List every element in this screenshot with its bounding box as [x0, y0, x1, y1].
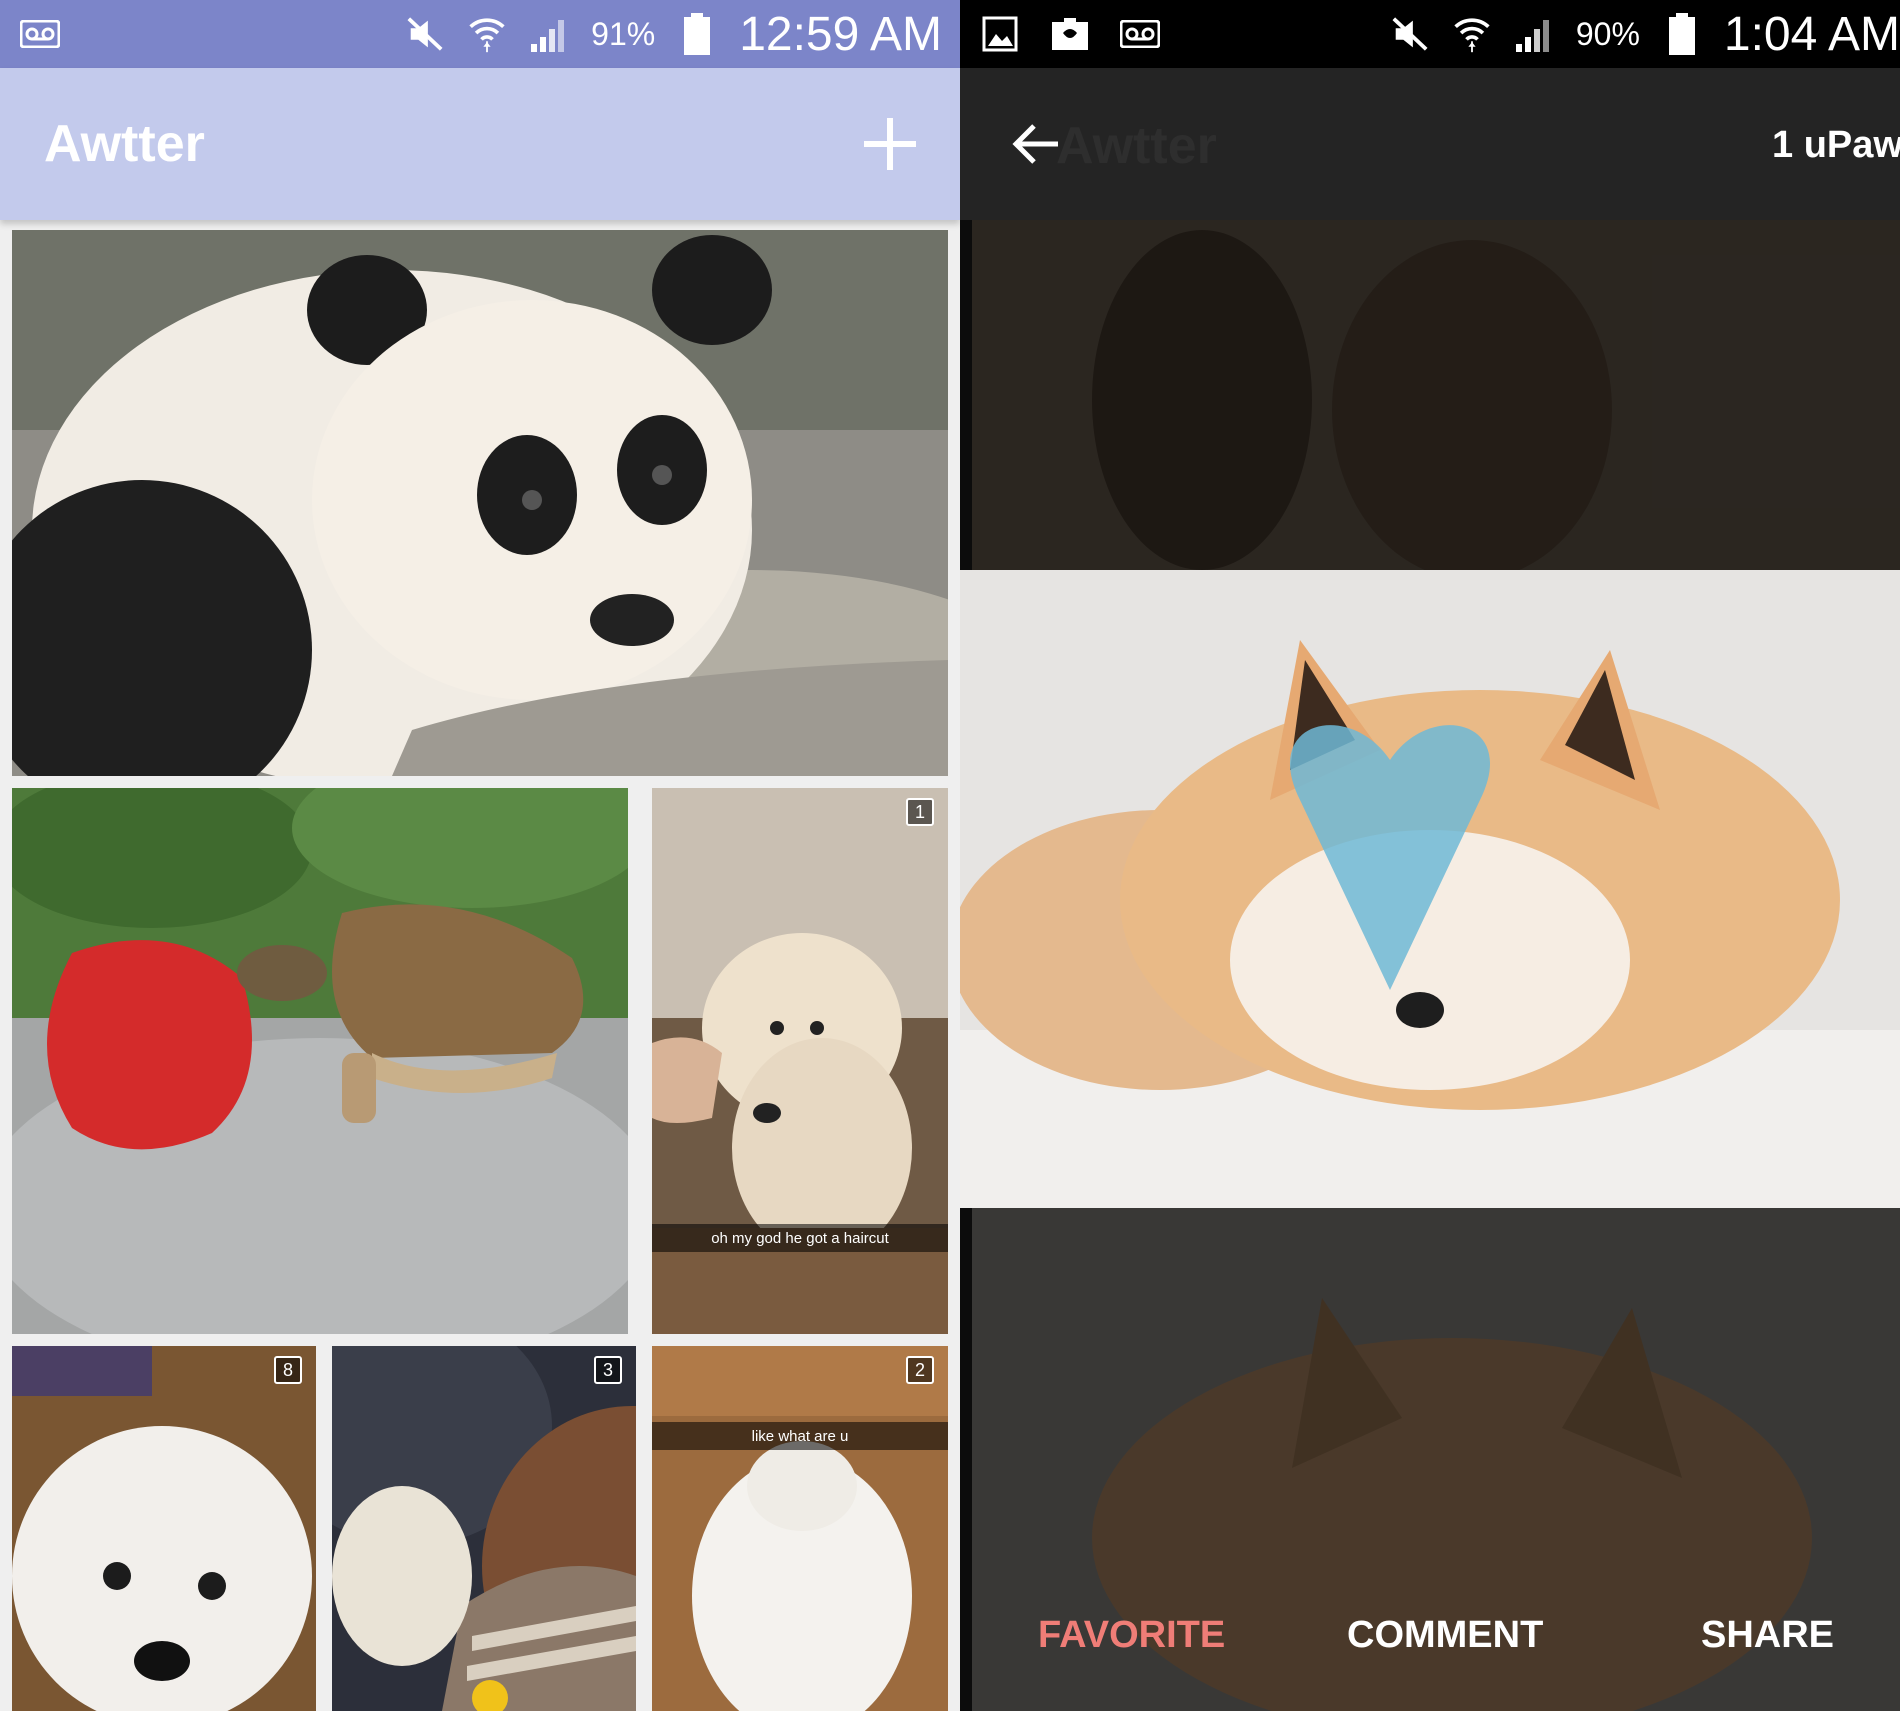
puppy-sleeping-photo[interactable]: 3 — [332, 1346, 636, 1711]
detail-screen: 90% 1:04 AM Awtter 1 uPaws — [960, 0, 1900, 1711]
clock: 12:59 AM — [739, 7, 942, 61]
battery-percent: 91% — [591, 15, 656, 52]
battery-icon — [1662, 13, 1702, 55]
action-bar: FAVORITE COMMENT SHARE — [960, 1590, 1900, 1686]
back-button[interactable] — [1000, 108, 1072, 180]
gallery-icon — [980, 14, 1020, 54]
wifi-icon — [467, 14, 507, 54]
feed-screen: 91% 12:59 AM Awtter 1 oh my god he got a… — [0, 0, 960, 1711]
tortoise-strawberry-photo[interactable] — [12, 788, 628, 1334]
app-title: Awtter — [44, 115, 205, 173]
signal-icon — [529, 14, 569, 54]
app-bar: Awtter 1 uPaws — [960, 68, 1900, 220]
share-button[interactable]: SHARE — [1701, 1614, 1834, 1657]
image-count-badge: 2 — [906, 1356, 934, 1384]
voicemail-icon — [1120, 14, 1160, 54]
app-bar: Awtter — [0, 68, 960, 220]
fox-photo[interactable] — [960, 570, 1900, 1208]
mute-icon — [405, 14, 445, 54]
fluffy-dog-photo[interactable]: 8 — [12, 1346, 316, 1711]
panda-photo[interactable] — [12, 230, 948, 776]
upaws-count: 1 uPaws — [1772, 124, 1900, 166]
voicemail-icon — [20, 14, 60, 54]
battery-percent: 90% — [1575, 15, 1640, 52]
image-count-badge: 8 — [274, 1356, 302, 1384]
status-bar: 90% 1:04 AM — [960, 0, 1900, 68]
image-count-badge: 3 — [594, 1356, 622, 1384]
photo-caption: like what are u — [652, 1422, 948, 1450]
status-bar: 91% 12:59 AM — [0, 0, 960, 68]
image-count-badge: 1 — [906, 798, 934, 826]
white-puppy-photo[interactable]: 2 like what are u — [652, 1346, 948, 1711]
add-post-button[interactable] — [854, 108, 926, 180]
signal-icon — [1514, 14, 1554, 54]
dim-overlay — [960, 220, 1900, 570]
comment-button[interactable]: COMMENT — [1347, 1614, 1543, 1657]
wifi-icon — [1452, 14, 1492, 54]
app-title: Awtter — [1056, 117, 1217, 175]
back-arrow-icon — [1012, 124, 1058, 164]
dog-haircut-photo[interactable]: 1 oh my god he got a haircut — [652, 788, 948, 1334]
battery-icon — [677, 13, 717, 55]
photo-icon — [1050, 14, 1090, 54]
favorite-button[interactable]: FAVORITE — [1038, 1614, 1225, 1657]
mute-icon — [1390, 14, 1430, 54]
photo-caption: oh my god he got a haircut — [652, 1224, 948, 1252]
clock: 1:04 AM — [1723, 7, 1900, 61]
plus-icon — [864, 118, 916, 170]
